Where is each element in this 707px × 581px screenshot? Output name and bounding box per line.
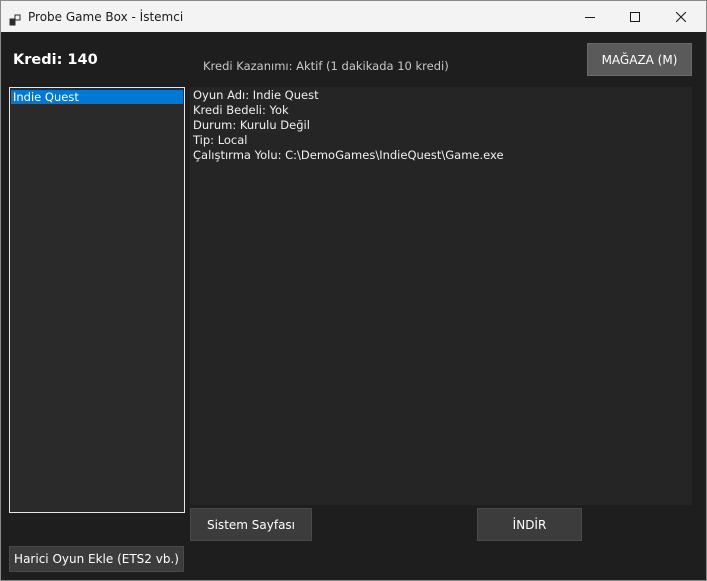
detail-type: Tip: Local xyxy=(193,133,248,147)
title-bar[interactable]: Probe Game Box - İstemci xyxy=(1,1,706,32)
credit-label: Kredi: 140 xyxy=(13,52,98,68)
game-details-panel: Oyun Adı: Indie Quest Kredi Bedeli: Yok … xyxy=(190,87,692,505)
maximize-button[interactable] xyxy=(612,1,658,32)
maximize-icon xyxy=(630,11,640,22)
list-item[interactable]: Indie Quest xyxy=(11,90,183,104)
window-title: Probe Game Box - İstemci xyxy=(28,10,184,24)
download-button[interactable]: İNDİR xyxy=(477,508,582,541)
app-window: Probe Game Box - İstemci Kredi: 140 Kred… xyxy=(0,0,707,581)
close-icon xyxy=(676,11,686,22)
system-page-button[interactable]: Sistem Sayfası xyxy=(190,508,312,541)
credit-earning-status: Kredi Kazanımı: Aktif (1 dakikada 10 kre… xyxy=(203,59,449,73)
store-button[interactable]: MAĞAZA (M) xyxy=(587,43,692,76)
game-list[interactable]: Indie Quest xyxy=(9,87,185,513)
minimize-button[interactable] xyxy=(567,1,613,32)
detail-status: Durum: Kurulu Değil xyxy=(193,118,310,132)
client-area: Kredi: 140 Kredi Kazanımı: Aktif (1 daki… xyxy=(1,32,706,580)
app-window-icon xyxy=(9,11,21,26)
detail-credit-cost: Kredi Bedeli: Yok xyxy=(193,103,289,117)
detail-game-name: Oyun Adı: Indie Quest xyxy=(193,88,319,102)
minimize-icon xyxy=(585,12,595,22)
detail-exec-path: Çalıştırma Yolu: C:\DemoGames\IndieQuest… xyxy=(193,148,504,162)
close-button[interactable] xyxy=(658,1,704,32)
add-external-game-button[interactable]: Harici Oyun Ekle (ETS2 vb.) xyxy=(9,546,184,572)
